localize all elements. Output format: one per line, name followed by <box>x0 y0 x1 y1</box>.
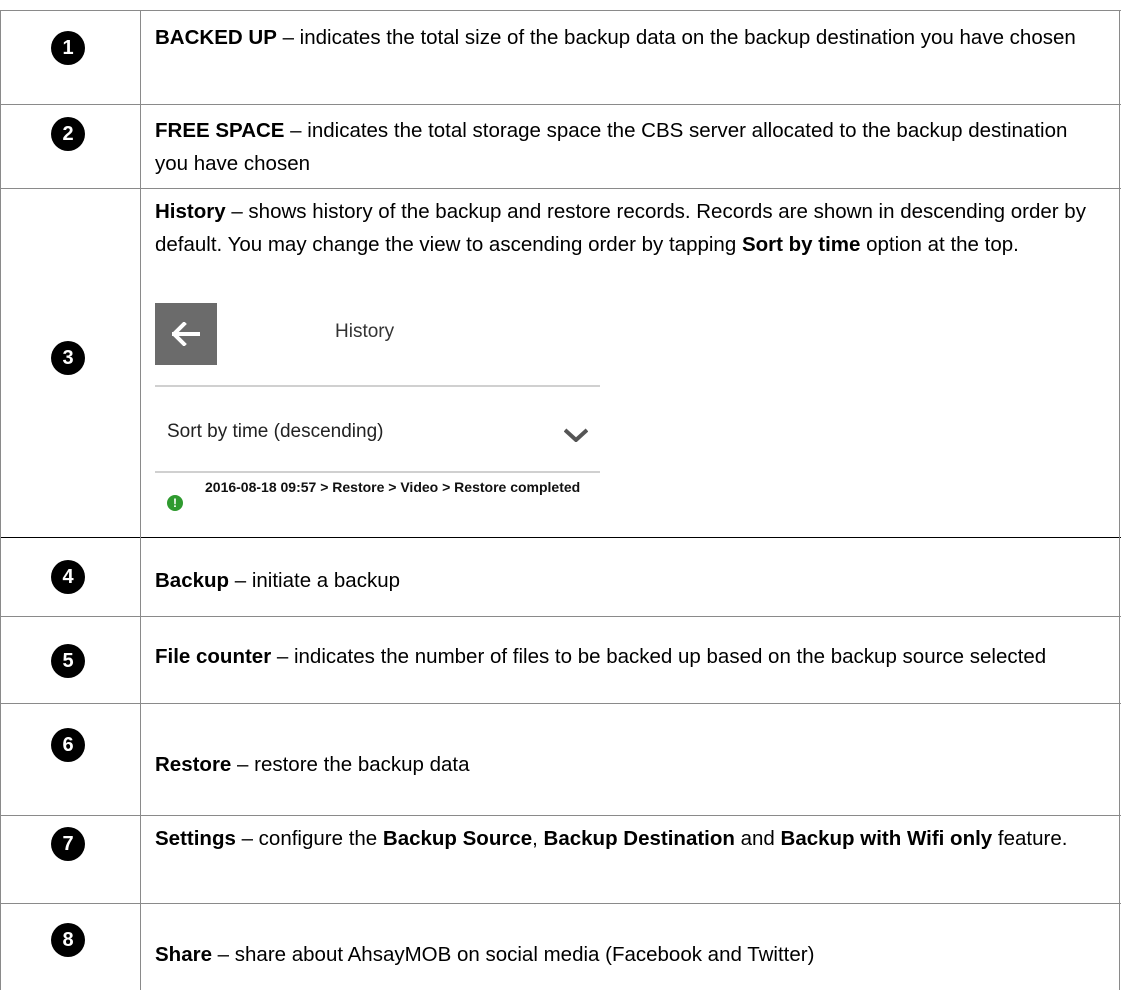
row-6-text: – restore the backup data <box>231 753 470 776</box>
number-badge-7: 7 <box>51 827 85 861</box>
row-2-description: FREE SPACE – indicates the total storage… <box>155 114 1101 180</box>
row-8-description: Share – share about AhsayMOB on social m… <box>155 938 1101 971</box>
row-3-description: History – shows history of the backup an… <box>155 195 1101 261</box>
row-border <box>0 616 1121 617</box>
row-7-and: and <box>734 827 781 850</box>
column-divider <box>140 10 141 990</box>
row-4-description: Backup – initiate a backup <box>155 564 1101 597</box>
sort-selector[interactable]: Sort by time (descending) <box>167 421 384 443</box>
row-7-term: Settings <box>155 827 236 850</box>
row-3-term: History <box>155 200 226 223</box>
row-4-term: Backup <box>155 569 230 592</box>
table-left-border <box>0 10 1 990</box>
row-8-term: Share <box>155 943 212 966</box>
row-3-text-end: option at the top. <box>860 233 1019 256</box>
row-7-term-wifi: Backup with Wifi only <box>780 827 993 850</box>
row-1-description: BACKED UP – indicates the total size of … <box>155 21 1101 54</box>
row-7-description: Settings – configure the Backup Source, … <box>155 822 1101 855</box>
history-title: History <box>335 321 395 342</box>
number-badge-2: 2 <box>51 117 85 151</box>
row-7-text: – configure the <box>235 827 383 850</box>
row-border <box>0 903 1121 904</box>
row-border <box>0 703 1121 704</box>
row-7-term-source: Backup Source <box>382 827 533 850</box>
number-badge-6: 6 <box>51 728 85 762</box>
row-border <box>0 104 1121 105</box>
arrow-left-icon <box>172 322 200 346</box>
row-border <box>0 537 1121 538</box>
divider <box>155 385 600 387</box>
chevron-down-icon[interactable] <box>564 428 588 442</box>
row-5-description: File counter – indicates the number of f… <box>155 640 1101 673</box>
history-screenshot: History Sort by time (descending) ! 2016… <box>155 303 600 533</box>
row-5-term: File counter <box>155 645 272 668</box>
row-6-term: Restore <box>155 753 232 776</box>
history-entry[interactable]: 2016-08-18 09:57 > Restore > Video > Res… <box>205 479 585 496</box>
table-right-border <box>1119 10 1120 990</box>
divider <box>155 471 600 473</box>
row-4-text: – initiate a backup <box>229 569 401 592</box>
row-6-description: Restore – restore the backup data <box>155 748 1101 781</box>
row-7-sep: , <box>532 827 544 850</box>
number-badge-8: 8 <box>51 923 85 957</box>
number-badge-5: 5 <box>51 644 85 678</box>
row-3-term-sort: Sort by time <box>741 233 861 256</box>
row-border <box>0 815 1121 816</box>
number-badge-3: 3 <box>51 341 85 375</box>
info-icon: ! <box>167 495 183 511</box>
row-5-text: – indicates the number of files to be ba… <box>271 645 1047 668</box>
row-8-text: – share about AhsayMOB on social media (… <box>211 943 815 966</box>
number-badge-4: 4 <box>51 560 85 594</box>
row-2-text: – indicates the total storage space the … <box>155 119 1068 175</box>
row-7-term-destination: Backup Destination <box>543 827 735 850</box>
row-2-term: FREE SPACE <box>155 119 285 142</box>
back-button[interactable] <box>155 303 217 365</box>
row-border <box>0 10 1121 11</box>
row-border <box>0 188 1121 189</box>
row-1-term: BACKED UP <box>155 26 277 49</box>
row-7-text-end: feature. <box>992 827 1068 850</box>
number-badge-1: 1 <box>51 31 85 65</box>
row-1-text: – indicates the total size of the backup… <box>276 26 1076 49</box>
